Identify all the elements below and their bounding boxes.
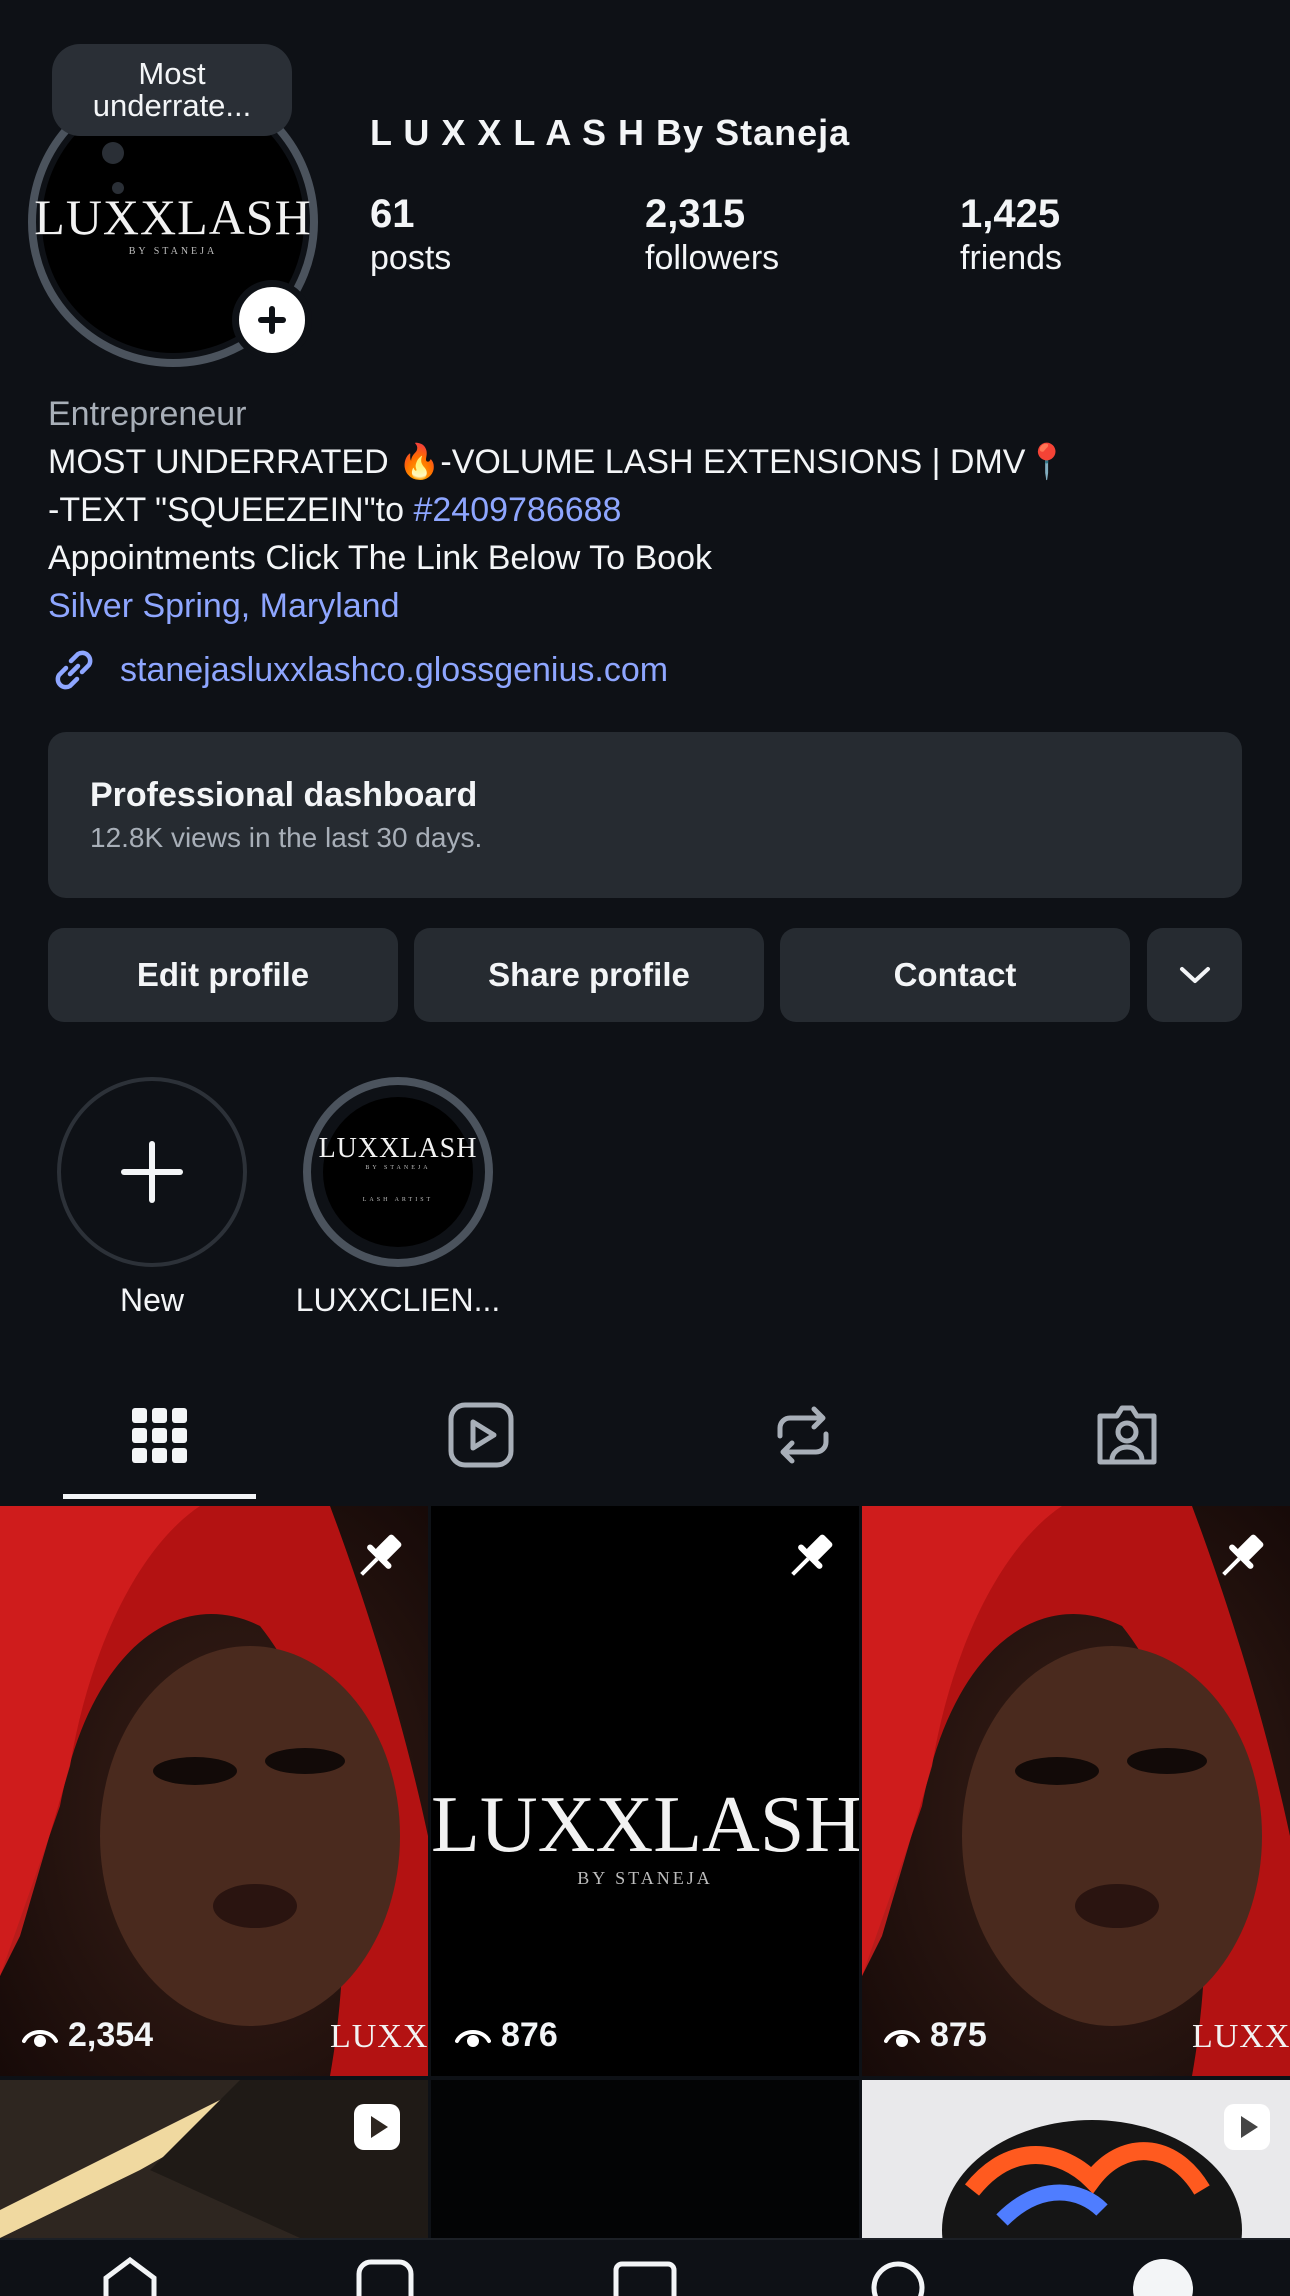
view-count: 876 [455,2016,558,2055]
bio-website[interactable]: stanejasluxxlashco.glossgenius.com [48,644,668,696]
tagged-icon[interactable] [1092,1400,1162,1470]
bio-line-1: MOST UNDERRATED 🔥-VOLUME LASH EXTENSIONS… [48,443,1068,481]
post-tile[interactable]: 2,354 LUXXL [0,1506,428,2076]
messages-icon[interactable] [612,2260,678,2296]
profile-nav-icon[interactable] [1128,2254,1198,2296]
note-bubble[interactable]: Most underrate... [52,44,292,136]
post-tile[interactable]: LUXXLASH BY STANEJA 876 [431,1506,859,2076]
avatar-logo: LUXXLASH [34,188,312,245]
eye-icon [22,2029,58,2047]
highlight-logo: LUXXLASH [318,1133,478,1164]
website-link[interactable]: stanejasluxxlashco.glossgenius.com [120,646,668,694]
active-tab-indicator [63,1494,256,1499]
reposts-icon[interactable] [768,1400,838,1470]
share-profile-button[interactable]: Share profile [414,928,764,1022]
bio-line-3: Appointments Click The Link Below To Boo… [48,539,712,577]
followers-count: 2,315 [645,192,746,236]
view-count-value: 876 [501,2016,558,2054]
add-story-button[interactable] [232,280,312,360]
suggested-accounts-button[interactable] [1147,928,1242,1022]
link-icon [55,650,93,690]
bottom-navigation [0,2238,1290,2296]
note-tail [102,142,124,164]
watermark: LUXXL [330,2018,428,2055]
highlight-cover: LUXXLASH BY STANEJA LASH ARTIST [319,1097,476,1247]
post-logo-sub: BY STANEJA [577,1868,713,1888]
chevron-down-icon [1179,967,1210,983]
view-count: 2,354 [22,2016,153,2055]
post-tile[interactable] [0,2080,428,2238]
dashboard-subtitle: 12.8K views in the last 30 days. [90,822,483,853]
view-count-value: 2,354 [68,2016,154,2054]
plus-icon [121,1141,183,1203]
post-tile[interactable]: 875 LUXXL [862,1506,1290,2076]
highlight-luxxclients[interactable]: LUXXLASH BY STANEJA LASH ARTIST [303,1077,493,1267]
grid-icon[interactable] [124,1400,194,1470]
friends-count: 1,425 [960,192,1061,236]
bio-line-2: -TEXT "SQUEEZEIN"to #2409786688 [48,486,621,534]
eye-icon [455,2029,491,2047]
post-tile[interactable] [862,2080,1290,2238]
highlight-caption: LASH ARTIST [362,1197,434,1203]
eye-icon [884,2029,920,2047]
contact-button[interactable]: Contact [780,928,1130,1022]
view-count: 875 [884,2016,987,2055]
home-icon[interactable] [100,2256,160,2296]
profile-username: L U X X L A S H By Staneja [370,112,851,153]
note-text: Most underrate... [92,56,252,123]
bio-line-2-text: -TEXT "SQUEEZEIN"to [48,491,414,529]
stat-friends[interactable]: 1,425 friends [960,190,1062,278]
note-tail-small [112,182,124,194]
post-photo [862,1506,1290,2076]
post-photo [0,1506,428,2076]
bio-location-link[interactable]: Silver Spring, Maryland [48,582,399,630]
reels-icon[interactable] [446,1400,516,1470]
reel-icon [354,2104,400,2150]
view-count-value: 875 [930,2016,987,2054]
reels-nav-icon[interactable] [355,2258,415,2296]
plus-icon [258,306,286,334]
search-icon[interactable] [868,2258,928,2296]
edit-profile-button[interactable]: Edit profile [48,928,398,1022]
professional-dashboard[interactable]: Professional dashboard 12.8K views in th… [48,732,1242,898]
friends-label: friends [960,239,1063,277]
stat-posts[interactable]: 61 posts [370,190,451,278]
highlight-label-new: New [119,1282,184,1318]
bio-hashtag-link[interactable]: #2409786688 [413,491,621,529]
pin-icon [360,1534,402,1576]
post-tile[interactable] [431,2080,859,2238]
watermark: LUXXL [1192,2018,1290,2055]
bio-category: Entrepreneur [48,395,247,433]
post-logo: LUXXLASH [431,1781,859,1869]
pin-icon [1222,1534,1264,1576]
highlight-logo-sub: BY STANEJA [365,1165,431,1171]
avatar-logo-sub: BY STANEJA [128,245,218,257]
posts-count: 61 [370,192,415,236]
dashboard-title: Professional dashboard [90,776,478,814]
highlight-label-luxxclients: LUXXCLIEN... [295,1282,501,1318]
followers-label: followers [645,239,780,277]
pin-icon [791,1534,833,1576]
reel-icon [1224,2104,1270,2150]
stat-followers[interactable]: 2,315 followers [645,190,779,278]
posts-label: posts [370,239,452,277]
new-highlight-button[interactable] [57,1077,247,1267]
